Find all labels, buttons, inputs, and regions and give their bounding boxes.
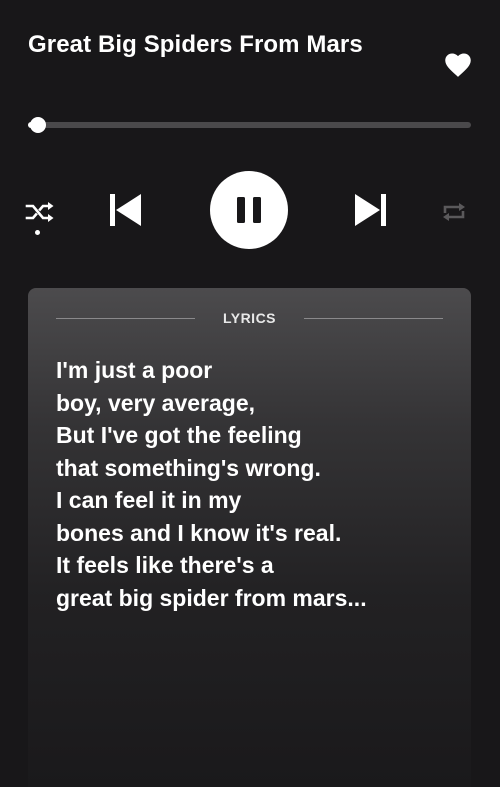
pause-button[interactable]	[210, 171, 288, 249]
shuffle-active-indicator	[35, 230, 40, 235]
lyric-line: that something's wrong.	[56, 454, 321, 481]
lyrics-header: LYRICS	[56, 308, 443, 328]
pause-icon	[237, 197, 261, 223]
lyric-line: I'm just a poor	[56, 357, 213, 383]
lyric-line: great big spider from mars...	[56, 584, 367, 611]
progress-thumb[interactable]	[30, 117, 47, 133]
lyric-line: boy, very average,	[56, 389, 256, 416]
lyric-line: bones and I know it's real.	[56, 519, 342, 546]
shuffle-icon[interactable]	[25, 200, 55, 224]
lyrics-card[interactable]: LYRICS I'm just a poor boy, very average…	[28, 288, 471, 787]
lyrics-text: I'm just a poor boy, very average, But I…	[56, 354, 456, 614]
progress-bar[interactable]	[28, 116, 471, 134]
lyrics-divider-right	[304, 317, 443, 319]
skip-next-icon[interactable]	[352, 191, 390, 229]
repeat-icon[interactable]	[440, 198, 468, 226]
lyric-line: It feels like there's a	[56, 552, 274, 578]
heart-icon[interactable]	[443, 50, 473, 78]
lyric-line: But I've got the feeling	[56, 422, 302, 448]
lyric-line: I can feel it in my	[56, 487, 242, 513]
progress-track[interactable]	[28, 122, 471, 128]
skip-previous-icon[interactable]	[106, 191, 144, 229]
lyrics-divider-left	[56, 317, 195, 319]
lyrics-heading: LYRICS	[222, 310, 277, 326]
track-title: Great Big Spiders From Mars	[28, 31, 363, 58]
